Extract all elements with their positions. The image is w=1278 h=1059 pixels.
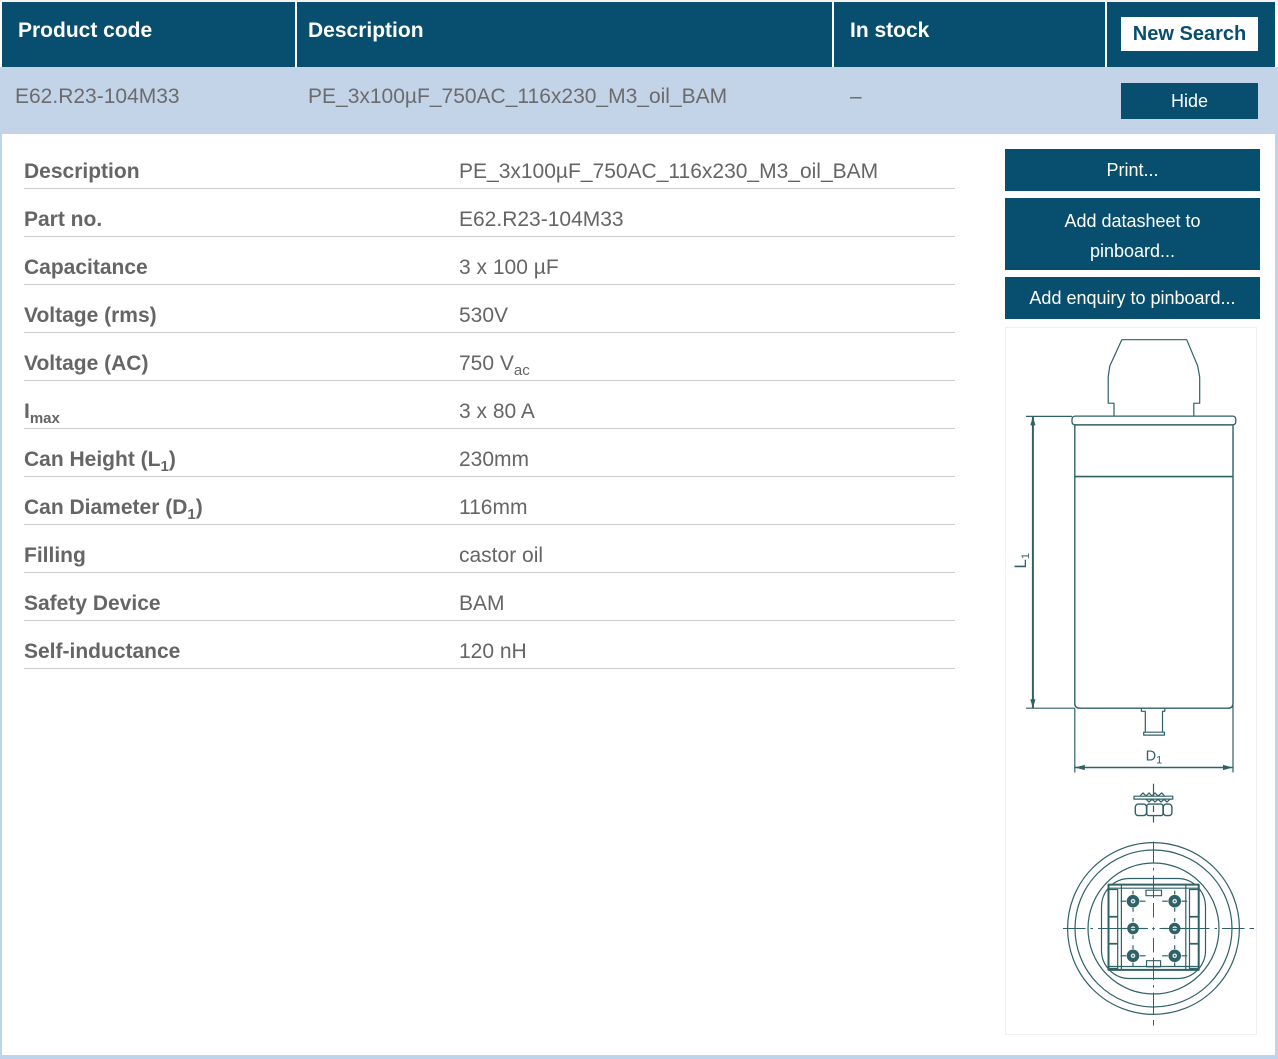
svg-text:L1: L1 <box>1011 553 1032 569</box>
svg-text:D1: D1 <box>1146 748 1163 766</box>
